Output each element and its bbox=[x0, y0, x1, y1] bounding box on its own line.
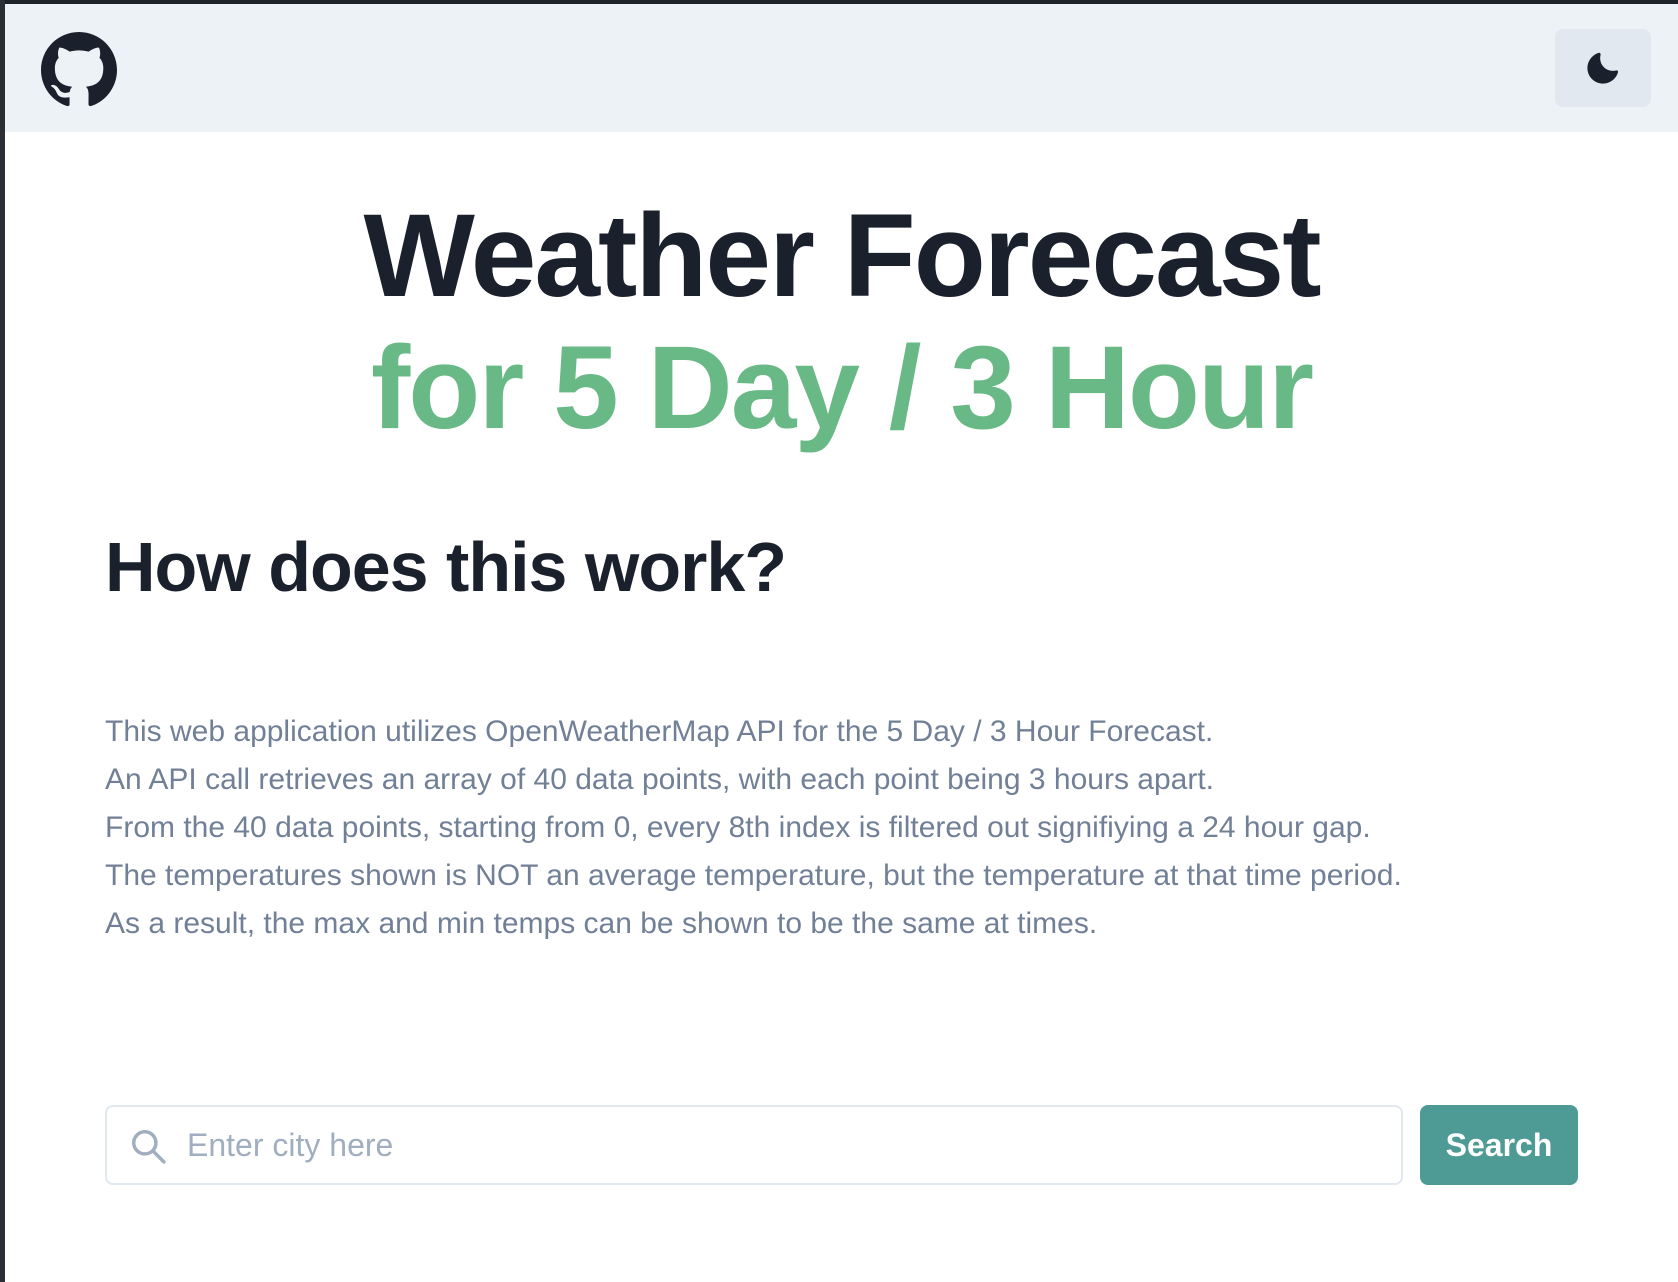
search-field-wrapper bbox=[105, 1105, 1403, 1185]
description-line: From the 40 data points, starting from 0… bbox=[105, 811, 1371, 844]
moon-icon bbox=[1586, 51, 1620, 85]
theme-toggle-button[interactable] bbox=[1555, 29, 1651, 107]
github-link[interactable] bbox=[41, 32, 117, 108]
description-line: An API call retrieves an array of 40 dat… bbox=[105, 763, 1214, 796]
search-icon bbox=[129, 1127, 167, 1165]
how-it-works-description: This web application utilizes OpenWeathe… bbox=[105, 708, 1605, 948]
github-icon bbox=[41, 32, 117, 108]
navbar bbox=[5, 4, 1678, 132]
description-line: As a result, the max and min temps can b… bbox=[105, 907, 1098, 940]
how-it-works-heading: How does this work? bbox=[105, 528, 787, 606]
page-title: Weather Forecast for 5 Day / 3 Hour bbox=[5, 191, 1678, 453]
search-button[interactable]: Search bbox=[1420, 1105, 1578, 1185]
description-line: The temperatures shown is NOT an average… bbox=[105, 859, 1402, 892]
description-line: This web application utilizes OpenWeathe… bbox=[105, 715, 1214, 748]
search-form: Search bbox=[105, 1105, 1578, 1185]
page-title-accent: for 5 Day / 3 Hour bbox=[370, 322, 1314, 455]
city-search-input[interactable] bbox=[187, 1107, 1387, 1183]
page-title-primary: Weather Forecast bbox=[363, 190, 1321, 323]
